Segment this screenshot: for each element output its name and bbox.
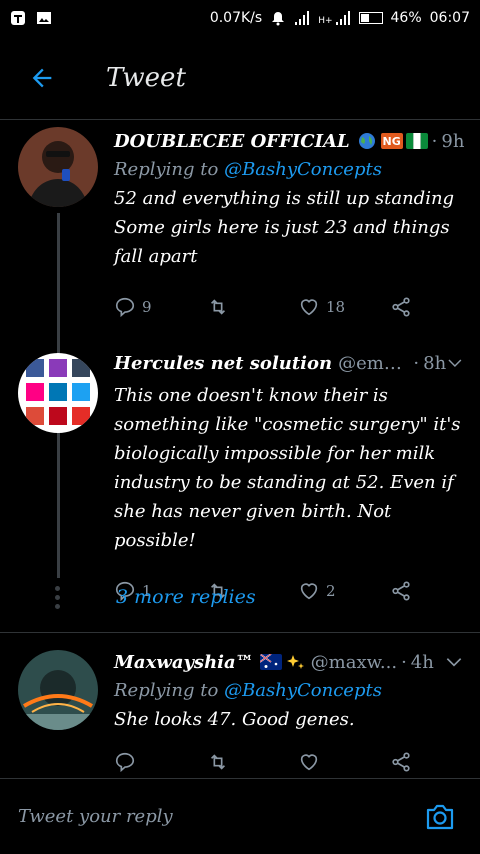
like-count: 2 [326,582,336,600]
reply-tweet[interactable]: Hercules net solution @emm... · 8h This … [0,343,480,602]
timestamp: 8h [423,352,447,374]
tweet-text: This one doesn't know their is something… [114,385,461,551]
sparkles-icon [286,655,304,669]
heart-icon [300,583,318,600]
more-replies-link[interactable]: 3 more replies [116,586,256,608]
nigeria-flag-icon [405,133,428,149]
reply-count: 9 [142,298,152,316]
timestamp: 4h [410,651,434,673]
retweet-icon [210,754,226,770]
battery-percent: 46% [390,10,422,26]
divider [0,632,480,633]
name-emojis [259,654,305,670]
tweet-text: She looks 47. Good genes. [114,709,355,730]
ng-badge: NG [380,133,403,149]
thread-line [57,436,60,578]
globe-icon [358,133,375,149]
retweet-icon [210,299,226,315]
author-name[interactable]: DOUBLECEE OFFICIAL [114,131,350,152]
name-emojis: NG [356,133,428,149]
reply-input[interactable] [18,806,418,827]
signal-icon [295,11,310,25]
arrow-left-icon [32,68,52,87]
thread-dots [55,586,60,609]
reply-tweet[interactable]: DOUBLECEE OFFICIAL NG · 9h Replying to @… [0,121,480,453]
australia-flag-icon [259,654,282,670]
reply-button[interactable] [114,751,206,773]
author-handle[interactable]: @emm... [338,353,409,374]
retweet-button[interactable] [206,296,298,318]
image-notification-icon [37,12,51,24]
share-icon [392,752,410,772]
tweet-text: 52 and everything is still up standing S… [114,188,455,267]
author-name[interactable]: Hercules net solution [114,353,332,374]
like-button[interactable] [298,751,390,773]
timestamp: 9h [441,130,465,152]
alarm-icon [272,12,285,26]
chevron-down-icon[interactable] [446,353,464,373]
retweet-button[interactable] [206,751,298,773]
app-bar: Tweet [0,36,480,120]
clock: 06:07 [429,10,470,26]
camera-icon [426,804,454,829]
status-bar: 0.07K/s H+ 46% 06:07 [0,0,480,36]
avatar[interactable] [18,127,98,207]
share-button[interactable] [390,751,412,773]
share-icon [392,581,410,601]
network-type: H+ [318,16,333,26]
camera-button[interactable] [418,795,462,839]
back-button[interactable] [0,36,84,120]
like-button[interactable]: 2 [298,580,390,602]
reply-composer [0,778,480,854]
reply-icon [115,752,135,773]
mention-link[interactable]: @BashyConcepts [224,680,382,701]
reply-tweet[interactable]: Maxwayshia™ @maxw... · 4h Replying to @B… [0,646,480,778]
signal-icon-2 [335,11,350,25]
reply-button[interactable]: 9 [114,296,206,318]
action-bar: 9 18 [114,293,464,321]
share-icon [392,297,410,317]
reply-icon [115,297,135,318]
chevron-down-icon[interactable] [444,652,464,672]
share-button[interactable] [390,580,412,602]
action-bar [114,748,464,776]
replying-to: Replying to @BashyConcepts [114,159,382,180]
author-handle[interactable]: @maxw... [311,652,397,673]
like-button[interactable]: 18 [298,296,390,318]
avatar[interactable] [18,650,98,730]
heart-icon [300,299,318,316]
replying-to: Replying to @BashyConcepts [114,680,382,701]
like-count: 18 [326,298,346,316]
mention-link[interactable]: @BashyConcepts [224,159,382,180]
share-button[interactable] [390,296,412,318]
author-name[interactable]: Maxwayshia™ [114,652,254,673]
network-speed: 0.07K/s [209,10,263,26]
battery-icon [358,12,383,24]
app-notification-icon [11,11,25,25]
avatar[interactable] [18,353,98,433]
heart-icon [300,754,318,771]
page-title: Tweet [106,62,186,93]
